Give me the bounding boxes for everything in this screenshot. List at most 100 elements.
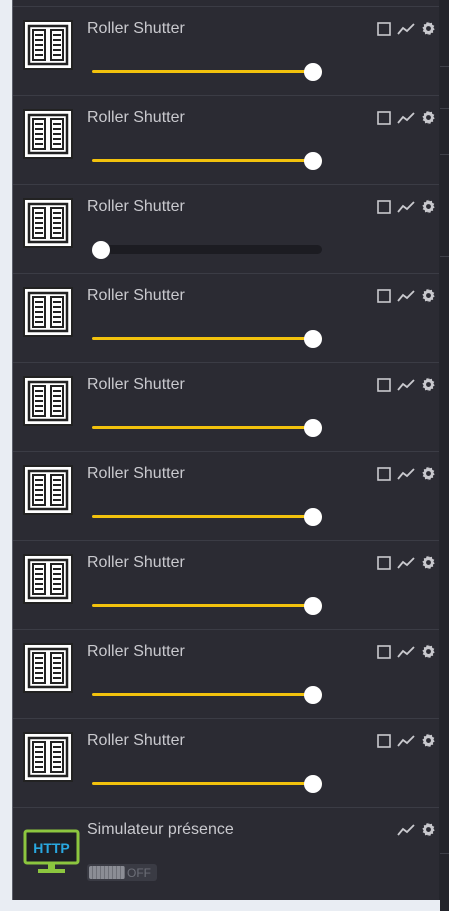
slider-knob[interactable]: [304, 597, 322, 615]
device-title: Roller Shutter: [87, 376, 185, 393]
slider-track: [92, 604, 322, 607]
slider-track: [92, 337, 322, 340]
shutter-level-slider[interactable]: [92, 507, 322, 527]
shutter-level-slider[interactable]: [92, 329, 322, 349]
device-title: Roller Shutter: [87, 198, 185, 215]
slider-knob[interactable]: [304, 330, 322, 348]
gear-icon[interactable]: [421, 822, 436, 842]
slider-track: [92, 426, 322, 429]
device-row: Roller Shutter: [13, 96, 439, 185]
chart-icon[interactable]: [397, 289, 415, 308]
shutter-level-slider[interactable]: [92, 151, 322, 171]
device-actions: [377, 110, 436, 130]
gear-icon[interactable]: [421, 199, 436, 219]
slider-knob[interactable]: [304, 63, 322, 81]
shutter-level-slider[interactable]: [92, 240, 322, 260]
device-row: Roller Shutter: [13, 7, 439, 96]
device-actions: [377, 377, 436, 397]
shutter-level-slider[interactable]: [92, 596, 322, 616]
slider-track: [92, 159, 322, 162]
device-actions: [377, 199, 436, 219]
simulator-toggle[interactable]: OFF: [87, 864, 157, 881]
checkbox-icon[interactable]: [377, 21, 391, 41]
roller-shutter-icon: [23, 465, 77, 519]
checkbox-icon[interactable]: [377, 466, 391, 486]
shutter-level-slider[interactable]: [92, 685, 322, 705]
gear-icon[interactable]: [421, 555, 436, 575]
slider-knob[interactable]: [304, 152, 322, 170]
gear-icon[interactable]: [421, 21, 436, 41]
shutter-level-slider[interactable]: [92, 62, 322, 82]
slider-knob[interactable]: [304, 419, 322, 437]
device-actions: [377, 555, 436, 575]
slider-track: [92, 245, 322, 254]
gear-icon[interactable]: [421, 288, 436, 308]
device-row: Roller Shutter: [13, 185, 439, 274]
roller-shutter-icon: [23, 198, 77, 252]
slider-track: [92, 70, 322, 73]
checkbox-icon[interactable]: [377, 377, 391, 397]
device-title: Roller Shutter: [87, 643, 185, 660]
slider-knob[interactable]: [304, 508, 322, 526]
gear-icon[interactable]: [421, 377, 436, 397]
chart-icon[interactable]: [397, 823, 415, 842]
device-actions: [377, 21, 436, 41]
device-row: Roller Shutter: [13, 363, 439, 452]
gear-icon[interactable]: [421, 644, 436, 664]
device-row: Roller Shutter: [13, 630, 439, 719]
device-title: Roller Shutter: [87, 20, 185, 37]
roller-shutter-icon: [23, 732, 77, 786]
roller-shutter-icon: [23, 287, 77, 341]
checkbox-icon[interactable]: [377, 555, 391, 575]
chart-icon[interactable]: [397, 645, 415, 664]
device-actions: [377, 733, 436, 753]
gear-icon[interactable]: [421, 110, 436, 130]
slider-track: [92, 515, 322, 518]
gear-icon[interactable]: [421, 733, 436, 753]
http-icon-text: HTTP: [33, 840, 70, 856]
device-row: Roller Shutter: [13, 274, 439, 363]
checkbox-icon[interactable]: [377, 733, 391, 753]
shutter-level-slider[interactable]: [92, 774, 322, 794]
checkbox-icon[interactable]: [377, 199, 391, 219]
roller-shutter-icon: [23, 109, 77, 163]
slider-knob[interactable]: [304, 775, 322, 793]
toggle-label: OFF: [127, 865, 151, 880]
gear-icon[interactable]: [421, 466, 436, 486]
slider-knob[interactable]: [92, 241, 110, 259]
checkbox-icon[interactable]: [377, 288, 391, 308]
checkbox-icon[interactable]: [377, 110, 391, 130]
device-title: Roller Shutter: [87, 465, 185, 482]
shutter-level-slider[interactable]: [92, 418, 322, 438]
device-title: Roller Shutter: [87, 732, 185, 749]
device-actions: [377, 644, 436, 664]
device-title: Roller Shutter: [87, 109, 185, 126]
roller-shutter-icon: [23, 376, 77, 430]
roller-shutter-icon: [23, 554, 77, 608]
device-row: Roller Shutter: [13, 452, 439, 541]
simulator-title: Simulateur présence: [87, 821, 234, 838]
chart-icon[interactable]: [397, 22, 415, 41]
toggle-grip[interactable]: [89, 866, 125, 879]
chart-icon[interactable]: [397, 111, 415, 130]
chart-icon[interactable]: [397, 378, 415, 397]
simulator-row: HTTP Simulateur présence OFF: [13, 808, 439, 893]
chart-icon[interactable]: [397, 467, 415, 486]
device-actions: [377, 466, 436, 486]
device-row: Roller Shutter: [13, 719, 439, 808]
checkbox-icon[interactable]: [377, 644, 391, 664]
device-row: Roller Shutter: [13, 541, 439, 630]
device-title: Roller Shutter: [87, 554, 185, 571]
chart-icon[interactable]: [397, 556, 415, 575]
device-panel: Roller Shutter Roller Shutter Roller Shu…: [12, 0, 441, 900]
chart-icon[interactable]: [397, 734, 415, 753]
http-monitor-icon: HTTP: [23, 829, 80, 875]
roller-shutter-icon: [23, 643, 77, 697]
chart-icon[interactable]: [397, 200, 415, 219]
slider-knob[interactable]: [304, 686, 322, 704]
device-actions: [377, 288, 436, 308]
simulator-actions: [397, 822, 436, 842]
slider-track: [92, 782, 322, 785]
slider-track: [92, 693, 322, 696]
right-edge-strip: [440, 0, 449, 911]
